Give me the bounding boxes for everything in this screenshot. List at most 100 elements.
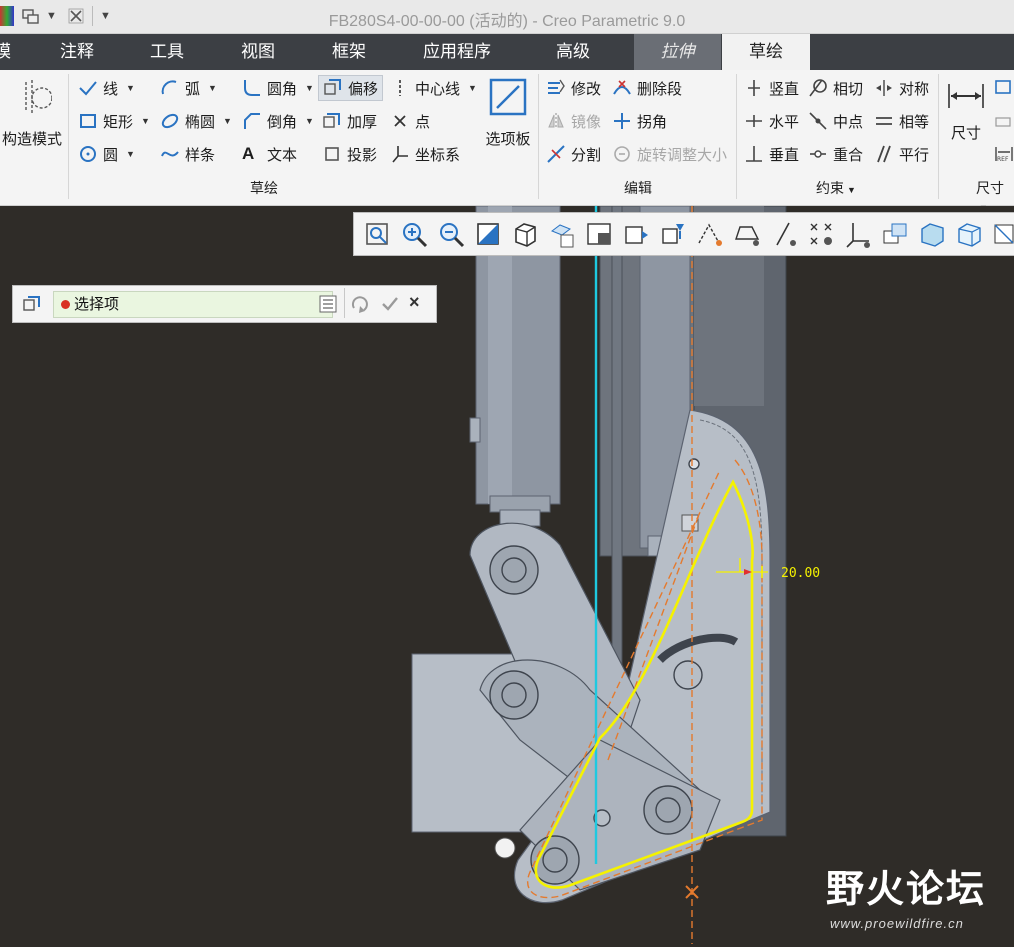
tab-view[interactable]: 视图 [225,34,291,70]
tab-tools[interactable]: 工具 [134,34,200,70]
perspective-view-icon[interactable] [584,219,615,250]
rectangle-icon [80,114,96,128]
tangent-label: 相切 [833,80,864,98]
ribbon: 构造模式 线 ▼ 矩形 ▼ 圆 ▼ 弧 ▼ 椭圆 ▼ 样条 圆角 ▼ 倒角 ▼ A 文本 [0,70,1014,213]
rectangle-label: 矩形 [103,113,134,131]
offset-button[interactable]: 偏移 [318,75,384,101]
fillet-icon [244,80,260,96]
title-bar: ▼ ▼ FB280S4-00-00-00 (活动的) - Creo Parame… [0,0,1014,34]
project-label: 投影 [347,146,378,164]
construction-mode-label: 构造模式 [1,131,62,148]
offset-icon [324,79,341,95]
display-vertices-icon[interactable] [806,219,837,250]
zoom-in-icon[interactable] [399,219,430,250]
centerline-button[interactable]: 中心线 ▼ [390,76,477,100]
vertical-label: 竖直 [769,80,800,98]
coordinate-system-button[interactable]: 坐标系 [390,142,460,166]
chamfer-icon [244,113,260,129]
delete-segment-button[interactable]: 删除段 [612,76,682,100]
tab-extrude[interactable]: 拉伸 [634,34,721,70]
display-constraints-icon[interactable] [769,219,800,250]
chain-selection-icon[interactable] [21,294,43,319]
tab-applications[interactable]: 应用程序 [412,34,502,70]
tab-framework[interactable]: 框架 [316,34,382,70]
coordinate-system-label: 坐标系 [415,146,461,164]
refit-icon[interactable] [362,219,393,250]
arc-button[interactable]: 弧 ▼ [160,76,217,100]
mirror-button[interactable]: 镜像 [546,109,601,133]
palette-icon [489,78,527,116]
delete-segment-label: 删除段 [637,80,683,98]
confirm-check-icon[interactable] [380,294,400,317]
selection-field[interactable]: 选择项 [53,291,333,318]
flip-direction-icon[interactable] [350,294,372,317]
required-indicator-icon [61,300,70,309]
tab-model[interactable]: 模 [0,34,11,70]
display-style-icon[interactable] [621,219,652,250]
spline-button[interactable]: 样条 [160,142,215,166]
baseline-icon[interactable] [994,112,1014,135]
dimension-value[interactable]: 20.00 [781,566,820,581]
saved-orientations-icon[interactable] [510,219,541,250]
modify-button[interactable]: 修改 [546,76,601,100]
coincident-icon [810,150,826,158]
parallel-constraint-button[interactable]: 平行 [874,142,929,166]
rotate-resize-button[interactable]: 旋转调整大小 [612,142,727,166]
thicken-button[interactable]: 加厚 [322,109,377,133]
repaint-icon[interactable] [473,219,504,250]
corner-button[interactable]: 拐角 [612,109,667,133]
tab-annotate[interactable]: 注释 [44,34,110,70]
reference-dimension-icon[interactable] [994,78,1014,101]
shaded-view-icon[interactable] [917,219,948,250]
centerline-icon [399,80,401,96]
dimension-button[interactable]: 尺寸 [944,76,988,143]
circle-button[interactable]: 圆 ▼ [78,142,135,166]
corner-icon [614,113,630,129]
midpoint-constraint-button[interactable]: 中点 [808,109,863,133]
more-tools-icon[interactable] [991,219,1014,250]
graphics-toolbar [353,212,1014,256]
watermark-url: www.proewildfire.cn [830,916,964,931]
tangent-constraint-button[interactable]: 相切 [808,76,863,100]
horizontal-constraint-button[interactable]: 水平 [744,109,799,133]
construction-mode-button[interactable]: 构造模式 [0,76,64,149]
perpendicular-constraint-button[interactable]: 垂直 [744,142,799,166]
construction-mode-icon [25,80,53,114]
text-label: 文本 [267,146,298,164]
annotation-display-icon[interactable] [880,219,911,250]
perpendicular-label: 垂直 [769,146,800,164]
equal-constraint-button[interactable]: 相等 [874,109,929,133]
tab-sketch[interactable]: 草绘 [722,34,810,70]
spline-icon [161,151,179,157]
rectangle-button[interactable]: 矩形 ▼ [78,109,150,133]
line-button[interactable]: 线 ▼ [78,76,135,100]
selection-label: 选择项 [74,296,120,313]
sketch-view-icon[interactable] [695,219,726,250]
corner-label: 拐角 [637,113,668,131]
text-button[interactable]: A 文本 [242,142,297,166]
view-manager-icon[interactable] [547,219,578,250]
chamfer-button[interactable]: 倒角 ▼ [242,109,314,133]
zoom-out-icon[interactable] [436,219,467,250]
palette-button[interactable]: 选项板 [482,76,534,149]
coincident-constraint-button[interactable]: 重合 [808,142,863,166]
line-label: 线 [103,80,119,98]
fillet-button[interactable]: 圆角 ▼ [242,76,314,100]
symmetric-constraint-button[interactable]: 对称 [874,76,929,100]
parallel-label: 平行 [899,146,930,164]
details-list-icon[interactable] [318,294,338,317]
cancel-close-icon[interactable]: × [409,292,420,313]
ellipse-button[interactable]: 椭圆 ▼ [160,109,232,133]
transparent-view-icon[interactable] [954,219,985,250]
display-dimensions-icon[interactable] [732,219,763,250]
point-button[interactable]: 点 [390,109,430,133]
vertical-constraint-button[interactable]: 竖直 [744,76,799,100]
centerline-label: 中心线 [415,80,461,98]
mirror-label: 镜像 [571,113,602,131]
tab-advanced[interactable]: 高级 [540,34,606,70]
coordinate-display-icon[interactable] [843,219,874,250]
project-button[interactable]: 投影 [322,142,377,166]
ref-icon[interactable]: REF [994,144,1014,167]
datum-display-icon[interactable] [658,219,689,250]
divide-button[interactable]: 分割 [546,142,601,166]
